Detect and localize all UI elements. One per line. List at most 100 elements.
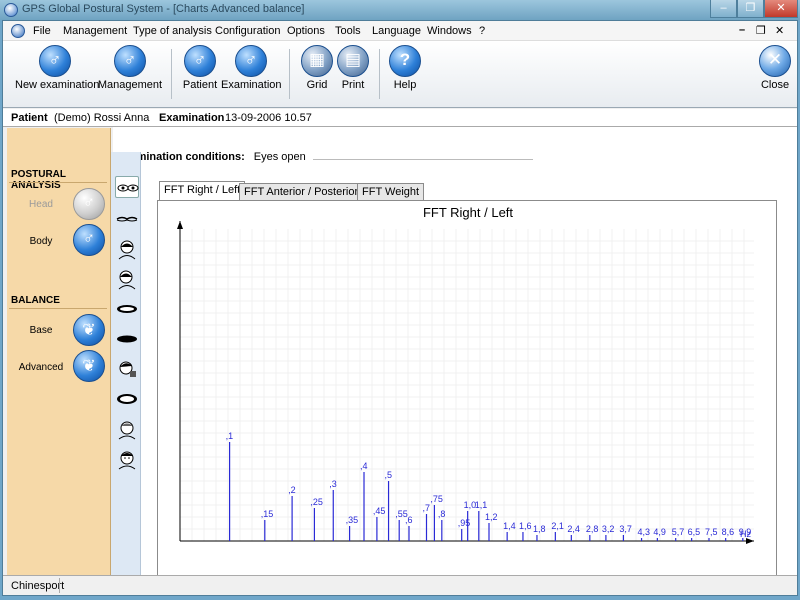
fft-bar-label: 4,3 bbox=[638, 527, 651, 537]
feet-icon: ❦ bbox=[82, 358, 96, 375]
tab-fft-anterior-posterior[interactable]: FFT Anterior / Posterior bbox=[239, 183, 364, 200]
print-icon: ▤ bbox=[337, 45, 369, 77]
fft-bar-label: 2,1 bbox=[551, 521, 564, 531]
toolbar: ♂ New examination ♂ Management ♂ Patient… bbox=[3, 41, 797, 108]
fft-bar-label: ,7 bbox=[423, 503, 431, 513]
sidebar-item-head-label: Head bbox=[29, 199, 53, 210]
toolbar-separator bbox=[289, 49, 290, 99]
menu-file[interactable]: File bbox=[33, 25, 51, 37]
fft-bar-label: ,35 bbox=[346, 515, 359, 525]
sidebar: POSTURAL ANALYSIS Head ♂ Body ♂ BALANCE … bbox=[7, 128, 111, 575]
close-button[interactable]: ✕ Close bbox=[757, 43, 793, 107]
menu-bar: File Management Type of analysis Configu… bbox=[3, 21, 797, 41]
sidebar-item-base[interactable]: ❦ bbox=[73, 314, 105, 346]
main-panel: Examination conditions: Eyes open FFT Ri… bbox=[113, 127, 797, 595]
sidebar-item-head[interactable]: ♂ bbox=[73, 188, 105, 220]
menu-configuration[interactable]: Configuration bbox=[215, 25, 280, 37]
status-text: Chinesport bbox=[11, 580, 65, 592]
fft-bar-label: ,95 bbox=[458, 518, 471, 528]
examination-label: Examination bbox=[159, 112, 225, 124]
fft-bar-label: 2,8 bbox=[586, 524, 599, 534]
management-button[interactable]: ♂ Management bbox=[97, 43, 163, 107]
close-icon: ✕ bbox=[759, 45, 791, 77]
person-icon: ♂ bbox=[83, 194, 95, 211]
fft-bar-label: ,15 bbox=[261, 509, 274, 519]
minimize-button[interactable]: – bbox=[710, 0, 737, 18]
app-logo-icon bbox=[4, 3, 18, 17]
patient-name: (Demo) Rossi Anna bbox=[54, 112, 150, 124]
toolbar-separator bbox=[379, 49, 380, 99]
maximize-button[interactable]: ❐ bbox=[737, 0, 764, 18]
head-front-icon[interactable] bbox=[115, 448, 139, 470]
tab-fft-weight[interactable]: FFT Weight bbox=[357, 183, 425, 200]
app-menu-icon[interactable] bbox=[11, 24, 25, 38]
fft-bar-label: ,6 bbox=[405, 515, 413, 525]
patient-label: Patient bbox=[11, 112, 48, 124]
feet-icon: ❦ bbox=[82, 322, 96, 339]
fft-bar-label: ,4 bbox=[360, 461, 368, 471]
window-title-bar[interactable]: GPS Global Postural System - [Charts Adv… bbox=[0, 0, 800, 20]
menu-tools[interactable]: Tools bbox=[335, 25, 361, 37]
print-button[interactable]: ▤ Print bbox=[335, 43, 371, 107]
condition-icon-strip bbox=[111, 152, 141, 575]
section-divider bbox=[9, 182, 107, 183]
menu-windows[interactable]: Windows bbox=[427, 25, 472, 37]
window-close-button[interactable]: ✕ bbox=[764, 0, 798, 18]
inner-close-button[interactable]: ✕ bbox=[775, 24, 784, 37]
x-axis-unit: Hz bbox=[740, 529, 751, 539]
fft-bar-label: 1,1 bbox=[475, 500, 488, 510]
examination-conditions-underline bbox=[312, 159, 533, 160]
inner-restore-button[interactable]: ❐ bbox=[756, 24, 766, 37]
section-postural-analysis: POSTURAL ANALYSIS bbox=[11, 169, 66, 191]
sidebar-item-body[interactable]: ♂ bbox=[73, 224, 105, 256]
fft-bar-label: ,2 bbox=[288, 485, 296, 495]
chart-panel: FFT Right / Left ,1,15,2,25,3,35,4,45,5,… bbox=[157, 200, 777, 578]
fft-bar-label: 1,4 bbox=[503, 521, 516, 531]
patient-info-bar: Patient (Demo) Rossi Anna Examination 13… bbox=[3, 109, 797, 127]
menu-management[interactable]: Management bbox=[63, 25, 127, 37]
mouth-open-icon[interactable] bbox=[115, 298, 139, 320]
menu-options[interactable]: Options bbox=[287, 25, 325, 37]
fft-bar-label: 2,4 bbox=[567, 524, 580, 534]
menu-language[interactable]: Language bbox=[372, 25, 421, 37]
fft-bar-label: ,1 bbox=[226, 431, 234, 441]
head-turn-icon[interactable] bbox=[115, 268, 139, 290]
fft-bar-label: 6,5 bbox=[688, 527, 701, 537]
inner-minimize-button[interactable]: – bbox=[739, 24, 745, 36]
examination-conditions: Examination conditions: Eyes open bbox=[117, 151, 533, 163]
fft-bar-label: 5,7 bbox=[672, 527, 685, 537]
fft-bar-label: 8,6 bbox=[722, 527, 735, 537]
head-tilt-icon[interactable] bbox=[115, 238, 139, 260]
fft-bar-label: ,25 bbox=[310, 497, 323, 507]
status-divider bbox=[59, 578, 60, 593]
help-button[interactable]: ? Help bbox=[387, 43, 423, 107]
fft-bar-label: 1,2 bbox=[485, 512, 498, 522]
fft-bar-label: 1,6 bbox=[519, 521, 532, 531]
sidebar-item-advanced[interactable]: ❦ bbox=[73, 350, 105, 382]
y-axis-arrow bbox=[177, 221, 183, 229]
new-examination-button[interactable]: ♂ New examination bbox=[15, 43, 99, 107]
menu-type-of-analysis[interactable]: Type of analysis bbox=[133, 25, 212, 37]
eyes-closed-icon[interactable] bbox=[115, 208, 139, 230]
grid-button[interactable]: ▦ Grid bbox=[299, 43, 335, 107]
head-tilt-back-icon[interactable] bbox=[115, 418, 139, 440]
eyes-open-icon[interactable] bbox=[115, 176, 139, 198]
sidebar-item-advanced-label: Advanced bbox=[18, 362, 64, 373]
mouth-wide-icon[interactable] bbox=[115, 388, 139, 410]
fft-bar-label: 1,8 bbox=[533, 524, 546, 534]
head-side-icon[interactable] bbox=[115, 358, 139, 380]
person-icon: ♂ bbox=[114, 45, 146, 77]
fft-bar-label: ,45 bbox=[373, 506, 386, 516]
sidebar-item-base-label: Base bbox=[29, 325, 53, 336]
fft-bar-label: ,75 bbox=[430, 494, 443, 504]
fft-bar-label: ,3 bbox=[329, 479, 337, 489]
patient-button[interactable]: ♂ Patient bbox=[179, 43, 221, 107]
person-icon: ♂ bbox=[184, 45, 216, 77]
examination-conditions-value: Eyes open bbox=[253, 151, 306, 163]
examination-button[interactable]: ♂ Examination bbox=[221, 43, 282, 107]
person-icon: ♂ bbox=[83, 230, 95, 247]
mouth-closed-icon[interactable] bbox=[115, 328, 139, 350]
menu-help[interactable]: ? bbox=[479, 25, 485, 37]
fft-bar-label: ,8 bbox=[438, 509, 446, 519]
tab-fft-right-left[interactable]: FFT Right / Left bbox=[159, 181, 246, 201]
